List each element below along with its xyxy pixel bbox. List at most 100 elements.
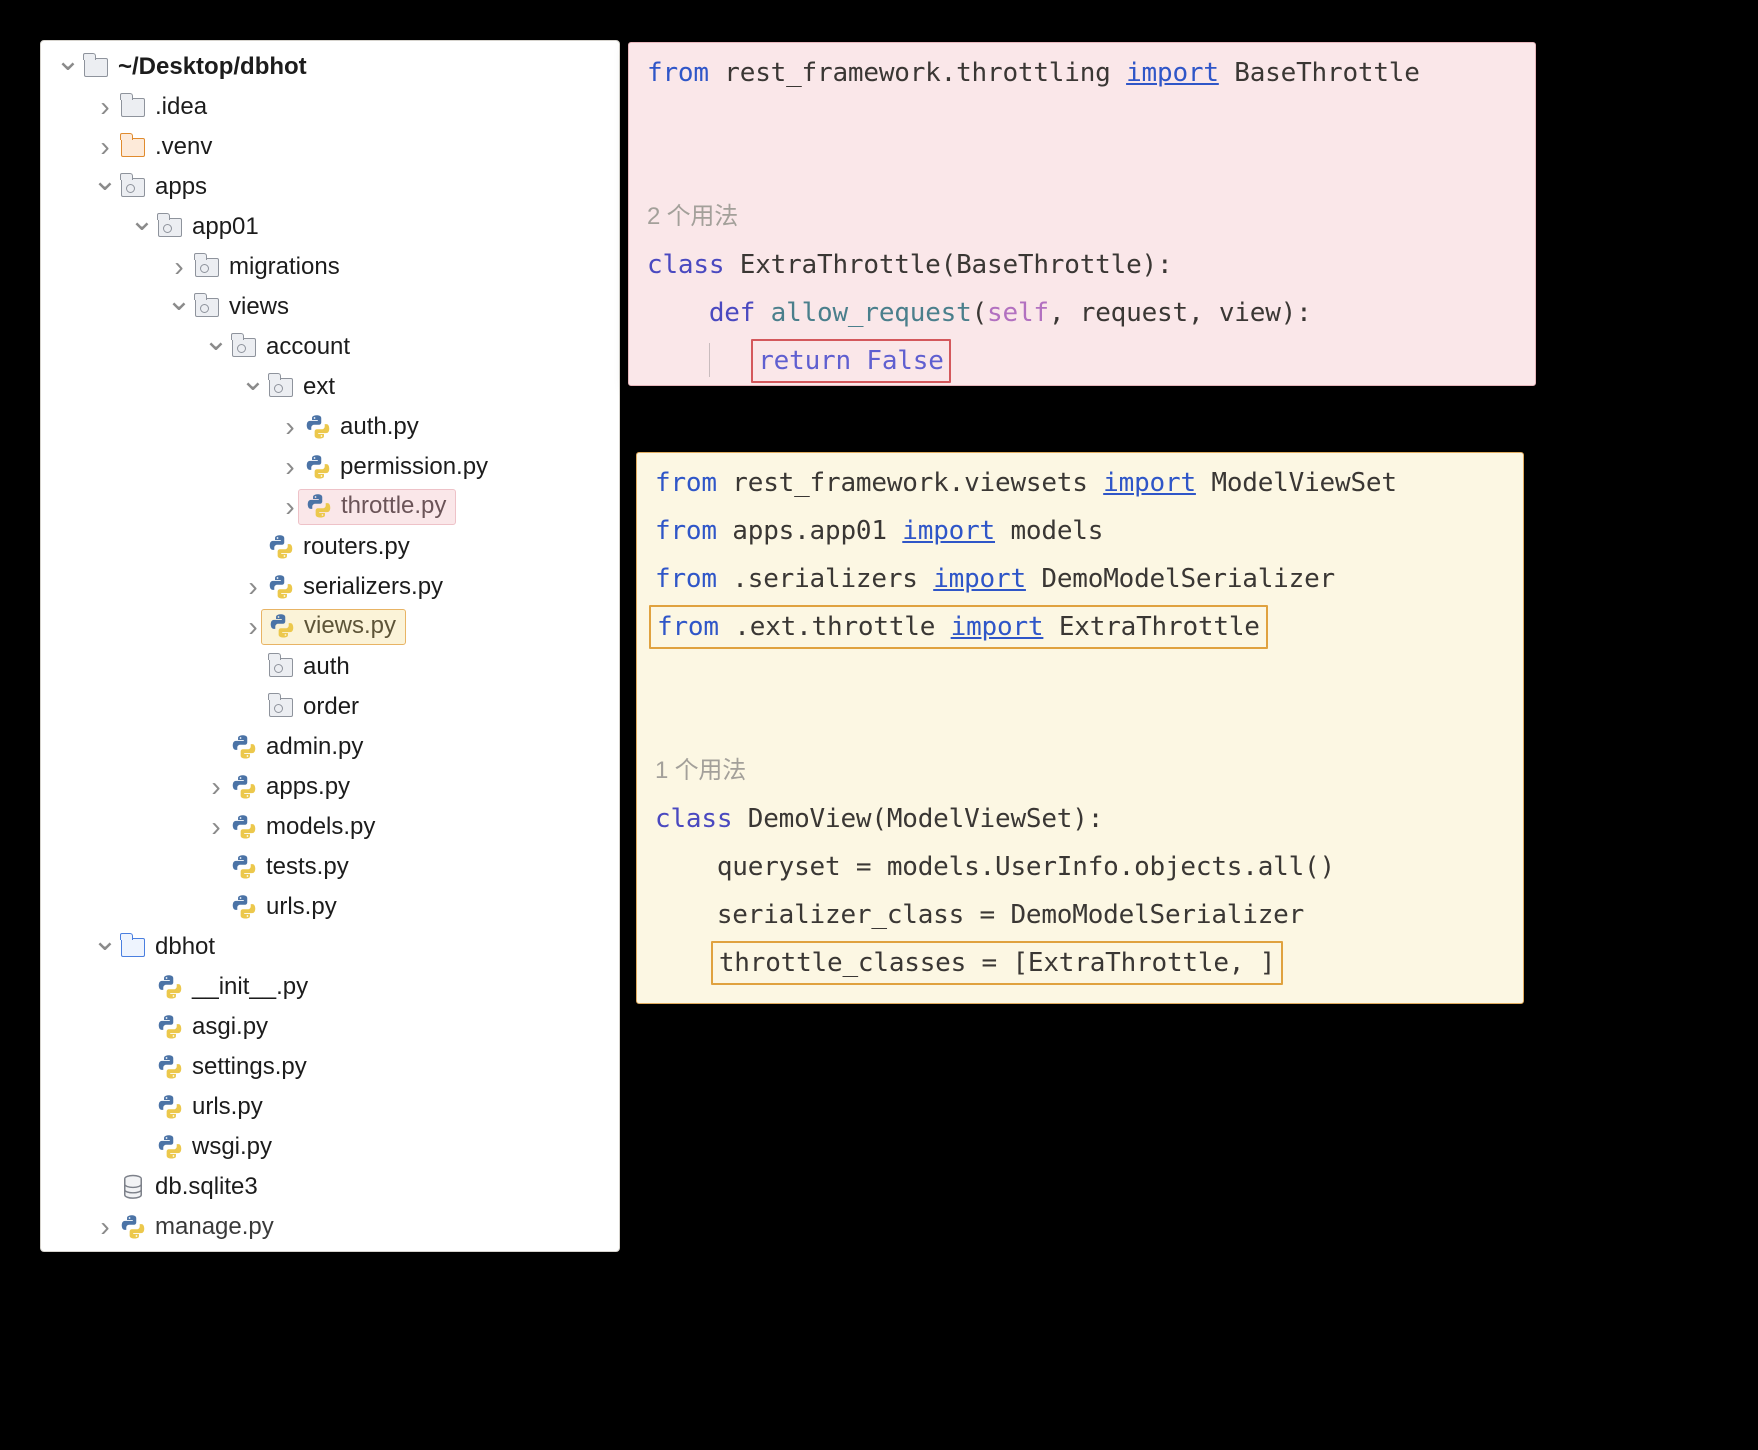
tree-item-content: __init__.py	[155, 974, 308, 1000]
tree-row-ext[interactable]: ⌄ ext	[41, 367, 619, 407]
keyword-from: from	[657, 612, 719, 642]
python-file-icon-slot	[303, 414, 333, 440]
folder-blue-icon	[121, 938, 145, 957]
tree-row-wsgi-py[interactable]: wsgi.py	[41, 1127, 619, 1167]
tree-row-permission-py[interactable]: › permission.py	[41, 447, 619, 487]
tree-row-apps[interactable]: ⌄ apps	[41, 167, 619, 207]
tree-item-label: urls.py	[266, 895, 337, 919]
tree-row-auth-py[interactable]: › auth.py	[41, 407, 619, 447]
tree-row-urls-py[interactable]: urls.py	[41, 1087, 619, 1127]
tree-item-label: ext	[303, 375, 335, 399]
tree-item-label: __init__.py	[192, 975, 308, 999]
tree-row-throttle-py[interactable]: ›throttle.py	[41, 487, 619, 527]
chevron-down-icon[interactable]: ⌄	[203, 326, 229, 356]
tree-item-content: dbhot	[118, 934, 215, 960]
python-file-icon	[231, 814, 257, 840]
tree-row-serializers-py[interactable]: ›serializers.py	[41, 567, 619, 607]
python-file-icon	[157, 1054, 183, 1080]
tree-row-views-py[interactable]: ›views.py	[41, 607, 619, 647]
tree-row-manage-py[interactable]: ›manage.py	[41, 1207, 619, 1247]
chevron-right-icon[interactable]: ›	[92, 133, 118, 161]
python-file-icon-slot	[229, 774, 259, 800]
tree-row-init-py[interactable]: __init__.py	[41, 967, 619, 1007]
keyword-import: import	[933, 564, 1026, 594]
tree-row-account[interactable]: ⌄account	[41, 327, 619, 367]
python-file-icon-slot	[155, 1054, 185, 1080]
self-param: self	[987, 298, 1049, 328]
chevron-right-icon[interactable]: ›	[277, 453, 303, 481]
database-icon-slot	[118, 1174, 148, 1200]
tree-item-content: permission.py	[303, 454, 488, 480]
chevron-right-icon[interactable]: ›	[203, 813, 229, 841]
tree-row-tests-py[interactable]: tests.py	[41, 847, 619, 887]
chevron-down-icon[interactable]: ⌄	[240, 366, 266, 396]
tree-row-routers-py[interactable]: routers.py	[41, 527, 619, 567]
tree-row-app01[interactable]: ⌄app01	[41, 207, 619, 247]
chevron-right-icon[interactable]: ›	[92, 93, 118, 121]
tree-row-migrations[interactable]: ›migrations	[41, 247, 619, 287]
package-folder-icon	[121, 178, 145, 197]
tree-row-settings-py[interactable]: settings.py	[41, 1047, 619, 1087]
tree-row-apps-py[interactable]: ›apps.py	[41, 767, 619, 807]
module-path: rest_framework.throttling	[709, 58, 1126, 88]
tree-item-label: apps	[155, 175, 207, 199]
tree-item-label: .idea	[155, 95, 207, 119]
tree-row-idea[interactable]: › .idea	[41, 87, 619, 127]
chevron-down-icon[interactable]: ⌄	[129, 206, 155, 236]
tree-item-label: auth.py	[340, 415, 419, 439]
tree-row-admin-py[interactable]: admin.py	[41, 727, 619, 767]
tree-row-asgi-py[interactable]: asgi.py	[41, 1007, 619, 1047]
chevron-right-icon[interactable]: ›	[240, 573, 266, 601]
tree-row-order[interactable]: order	[41, 687, 619, 727]
tree-item-label: throttle.py	[341, 494, 446, 518]
project-tree-list[interactable]: ⌄~/Desktop/dbhot›.idea›.venv⌄apps⌄app01›…	[41, 41, 619, 1251]
paren-open: (	[972, 298, 987, 328]
keyword-class: class	[655, 804, 732, 834]
code-line-throttle-classes: throttle_classes = [ExtraThrottle, ]	[655, 939, 1523, 987]
tree-item-content: db.sqlite3	[118, 1174, 258, 1200]
tree-row-desktop-dbhot[interactable]: ⌄ ~/Desktop/dbhot	[41, 47, 619, 87]
tree-row-models-py[interactable]: › models.py	[41, 807, 619, 847]
code-line-def: def allow_request(self, request, view):	[647, 289, 1535, 337]
tree-row-urls-py[interactable]: urls.py	[41, 887, 619, 927]
tree-item-content: manage.py	[118, 1214, 274, 1240]
twisty-placeholder	[203, 858, 229, 877]
keyword-import: import	[1103, 468, 1196, 498]
chevron-right-icon[interactable]: ›	[203, 773, 229, 801]
usage-count-label: 2 个用法	[647, 193, 1535, 241]
views-code-preview: from rest_framework.viewsets import Mode…	[636, 452, 1524, 1004]
tree-row-venv[interactable]: ›.venv	[41, 127, 619, 167]
tree-item-label: wsgi.py	[192, 1135, 272, 1159]
tree-item-label: permission.py	[340, 455, 488, 479]
tree-item-label: ~/Desktop/dbhot	[118, 55, 307, 79]
python-file-icon-slot	[229, 734, 259, 760]
python-file-icon	[157, 1014, 183, 1040]
package-folder-icon-slot	[266, 654, 296, 680]
imported-name: DemoModelSerializer	[1026, 564, 1335, 594]
tree-item-label: order	[303, 695, 359, 719]
tree-item-content: account	[229, 334, 350, 360]
tree-row-db-sqlite3[interactable]: db.sqlite3	[41, 1167, 619, 1207]
project-tree-panel[interactable]: ⌄~/Desktop/dbhot›.idea›.venv⌄apps⌄app01›…	[40, 40, 620, 1252]
chevron-down-icon[interactable]: ⌄	[92, 166, 118, 196]
chevron-right-icon[interactable]: ›	[92, 1213, 118, 1241]
tree-row-views[interactable]: ⌄views	[41, 287, 619, 327]
chevron-right-icon[interactable]: ›	[277, 413, 303, 441]
twisty-placeholder	[240, 658, 266, 677]
chevron-down-icon[interactable]: ⌄	[55, 46, 81, 76]
chevron-down-icon[interactable]: ⌄	[166, 286, 192, 316]
tree-item-label: routers.py	[303, 535, 410, 559]
chevron-right-icon[interactable]: ›	[166, 253, 192, 281]
tree-row-dbhot[interactable]: ⌄dbhot	[41, 927, 619, 967]
tree-item-content: ~/Desktop/dbhot	[81, 54, 307, 80]
tree-item-label: models.py	[266, 815, 375, 839]
python-file-icon-slot	[229, 894, 259, 920]
python-file-icon	[231, 894, 257, 920]
code-line-import-serializer: from .serializers import DemoModelSerial…	[655, 555, 1523, 603]
code-line-return: return False	[647, 337, 1535, 385]
chevron-down-icon[interactable]: ⌄	[92, 926, 118, 956]
tree-row-auth[interactable]: auth	[41, 647, 619, 687]
package-folder-icon-slot	[266, 694, 296, 720]
tree-item-content: routers.py	[266, 534, 410, 560]
tree-item-content: auth.py	[303, 414, 419, 440]
